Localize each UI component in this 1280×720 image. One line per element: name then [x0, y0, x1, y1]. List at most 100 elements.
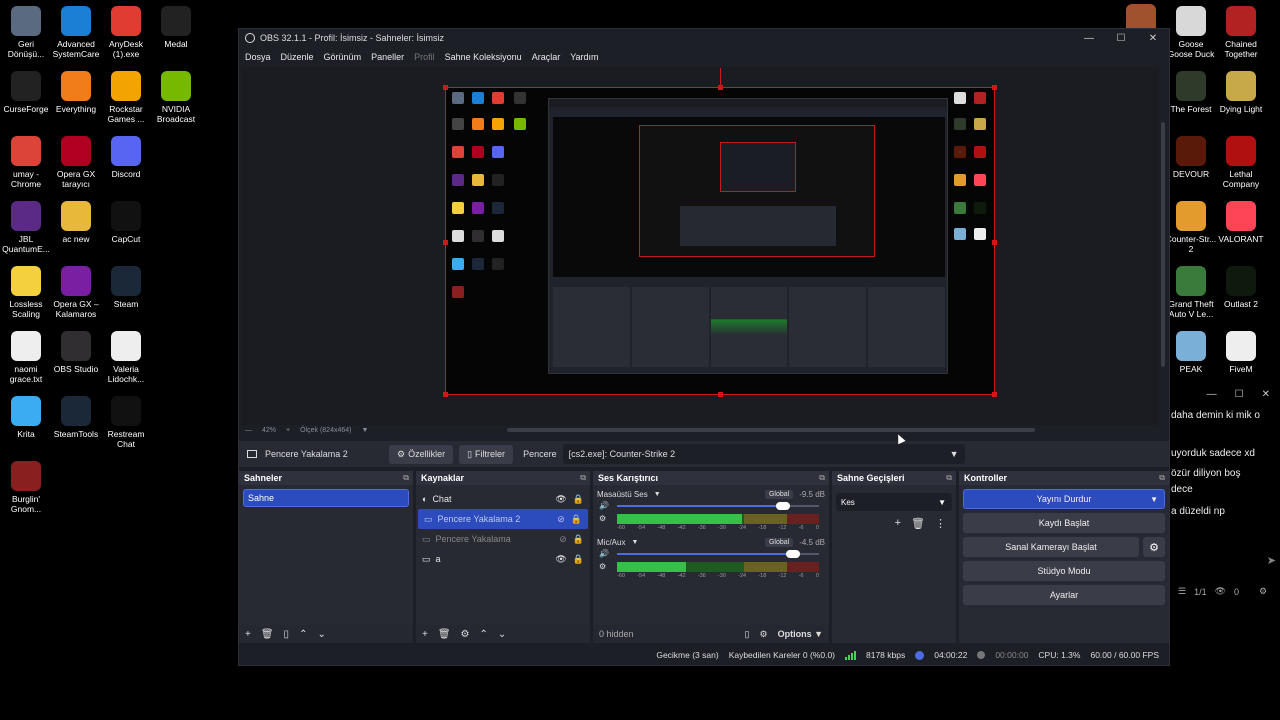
desktop-shortcut[interactable]: Lossless Scaling [0, 266, 52, 319]
trash-icon[interactable]: 🗑 [261, 629, 274, 640]
desktop-shortcut[interactable]: ac new [50, 201, 102, 244]
menu-view[interactable]: Görünüm [324, 52, 362, 62]
settings-button[interactable]: Ayarlar [963, 585, 1165, 605]
source-item-chat[interactable]: ◐ Chat 👁 🔒 [416, 489, 590, 509]
start-recording-button[interactable]: Kaydı Başlat [963, 513, 1165, 533]
zoom-in-button[interactable]: + [286, 427, 290, 434]
resize-handle[interactable] [992, 85, 997, 90]
desktop-shortcut[interactable]: VALORANT [1215, 201, 1267, 244]
eye-icon[interactable]: 👁 [555, 554, 566, 565]
desktop-shortcut[interactable]: umay - Chrome [0, 136, 52, 189]
desktop-shortcut[interactable]: Grand Theft Auto V Le... [1165, 266, 1217, 319]
menu-scene-collection[interactable]: Sahne Koleksiyonu [445, 52, 522, 62]
menu-help[interactable]: Yardım [570, 52, 598, 62]
maximize-icon[interactable]: ☐ [1105, 33, 1137, 44]
chevron-down-icon[interactable]: ▼ [361, 427, 368, 434]
desktop-shortcut[interactable]: Medal [150, 6, 202, 49]
undock-icon[interactable]: ⧉ [1159, 473, 1165, 483]
volume-slider[interactable] [617, 549, 819, 559]
desktop-shortcut[interactable]: Geri Dönüşü... [0, 6, 52, 59]
chevron-down-icon[interactable]: ▼ [654, 491, 661, 498]
resize-handle[interactable] [443, 85, 448, 90]
studio-mode-button[interactable]: Stüdyo Modu [963, 561, 1165, 581]
desktop-shortcut[interactable]: Krita [0, 396, 52, 439]
move-up-icon[interactable]: ⌃ [299, 629, 307, 640]
resize-handle[interactable] [992, 392, 997, 397]
gear-icon[interactable]: ⚙ [461, 629, 470, 640]
zoom-out-button[interactable]: — [245, 427, 252, 434]
desktop-shortcut[interactable]: Discord [100, 136, 152, 179]
desktop-shortcut[interactable]: Advanced SystemCare [50, 6, 102, 59]
maximize-icon[interactable]: ☐ [1235, 389, 1244, 400]
global-badge[interactable]: Global [764, 537, 794, 547]
desktop-shortcut[interactable]: The Forest [1165, 71, 1217, 114]
desktop-shortcut[interactable]: naomi grace.txt [0, 331, 52, 384]
desktop-shortcut[interactable]: Dying Light [1215, 71, 1267, 114]
lock-icon[interactable]: 🔒 [573, 534, 584, 545]
volume-slider[interactable] [617, 501, 819, 511]
close-icon[interactable]: ✕ [1262, 389, 1270, 400]
resize-handle[interactable] [443, 240, 448, 245]
layout-icon[interactable]: ▯ [745, 629, 750, 640]
desktop-shortcut[interactable]: Opera GX tarayıcı [50, 136, 102, 189]
menu-edit[interactable]: Düzenle [281, 52, 314, 62]
trash-icon[interactable]: 🗑 [438, 629, 451, 640]
lock-icon[interactable]: 🔒 [571, 514, 582, 525]
desktop-shortcut[interactable]: Opera GX – Kalamaros [50, 266, 102, 319]
desktop-shortcut[interactable]: DEVOUR [1165, 136, 1217, 179]
resize-handle[interactable] [718, 392, 723, 397]
send-icon[interactable]: ➤ [1267, 554, 1276, 567]
desktop-shortcut[interactable]: Everything [50, 71, 102, 114]
desktop-shortcut[interactable]: Chained Together [1215, 6, 1267, 59]
more-icon[interactable]: ⋮ [935, 517, 946, 530]
preview-horizontal-scrollbar[interactable] [507, 428, 1035, 432]
add-transition-button[interactable]: + [895, 517, 901, 530]
desktop-shortcut[interactable]: Rockstar Games ... [100, 71, 152, 124]
menu-docks[interactable]: Paneller [371, 52, 404, 62]
transition-select[interactable]: Kes ▼ [836, 493, 952, 511]
speaker-icon[interactable]: 🔊 [599, 549, 609, 558]
selected-source-frame[interactable] [443, 68, 997, 397]
lock-icon[interactable]: 🔒 [573, 554, 584, 565]
preview-canvas[interactable] [241, 67, 1159, 425]
scene-filter-icon[interactable]: ▯ [284, 629, 290, 640]
desktop-shortcut[interactable]: Steam [100, 266, 152, 309]
desktop-shortcut[interactable]: OBS Studio [50, 331, 102, 374]
minimize-icon[interactable]: — [1073, 33, 1105, 44]
desktop-shortcut[interactable]: PEAK [1165, 331, 1217, 374]
audio-settings-icon[interactable]: ⚙ [599, 514, 606, 523]
desktop-shortcut[interactable]: Lethal Company [1215, 136, 1267, 189]
undock-icon[interactable]: ⧉ [403, 473, 409, 483]
undock-icon[interactable]: ⧉ [819, 473, 825, 483]
gear-icon[interactable]: ⚙ [1259, 586, 1267, 597]
close-icon[interactable]: ✕ [1137, 33, 1169, 44]
move-up-icon[interactable]: ⌃ [480, 629, 488, 640]
menu-file[interactable]: Dosya [245, 52, 271, 62]
global-badge[interactable]: Global [764, 489, 794, 499]
desktop-shortcut[interactable]: FiveM [1215, 331, 1267, 374]
desktop-shortcut[interactable]: Goose Goose Duck [1165, 6, 1217, 59]
preview-vertical-scrollbar[interactable] [1159, 67, 1167, 427]
desktop-shortcut[interactable]: Counter-Str... 2 [1165, 201, 1217, 254]
lock-icon[interactable]: 🔒 [573, 494, 584, 505]
properties-button[interactable]: ⚙ Özellikler [389, 444, 454, 464]
undock-icon[interactable]: ⧉ [580, 473, 586, 483]
chevron-down-icon[interactable]: ▼ [1150, 495, 1158, 504]
desktop-shortcut[interactable]: Restream Chat [100, 396, 152, 449]
eye-hidden-icon[interactable]: ⊘ [557, 514, 565, 525]
undock-icon[interactable]: ⧉ [946, 473, 952, 483]
chevron-down-icon[interactable]: ▼ [631, 539, 638, 546]
eye-hidden-icon[interactable]: ⊘ [559, 534, 567, 545]
source-item-window-capture-2[interactable]: ▭ Pencere Yakalama 2 ⊘ 🔒 [418, 509, 588, 529]
window-select[interactable]: [cs2.exe]: Counter-Strike 2 ▼ [562, 444, 965, 464]
desktop-shortcut[interactable]: CurseForge [0, 71, 52, 114]
desktop-shortcut[interactable]: SteamTools [50, 396, 102, 439]
desktop-shortcut[interactable]: CapCut [100, 201, 152, 244]
desktop-shortcut[interactable]: Burglin' Gnom... [0, 461, 52, 514]
menu-tools[interactable]: Araçlar [532, 52, 561, 62]
stop-stream-button[interactable]: Yayını Durdur ▼ [963, 489, 1165, 509]
add-source-button[interactable]: + [422, 629, 428, 640]
scene-item[interactable]: Sahne [243, 489, 409, 507]
move-down-icon[interactable]: ⌄ [498, 629, 506, 640]
eye-icon[interactable]: 👁 [555, 494, 566, 505]
